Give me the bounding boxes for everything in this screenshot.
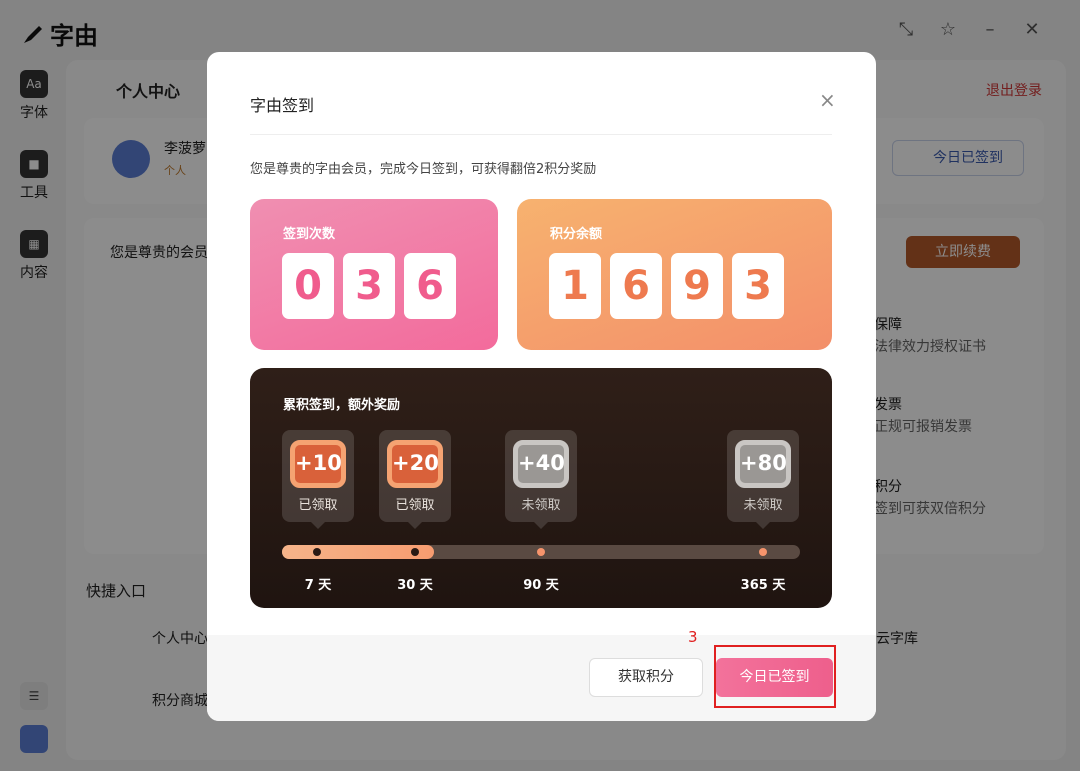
milestone-day: 7 天 <box>304 578 332 593</box>
milestone-day: 90 天 <box>523 578 559 593</box>
points-digit: 1 <box>549 253 601 319</box>
reward-status: 已领取 <box>298 498 338 513</box>
points-digit: 9 <box>671 253 723 319</box>
coin-icon: +40 <box>513 440 569 488</box>
coin-icon: +80 <box>735 440 791 488</box>
milestone-day: 30 天 <box>397 578 433 593</box>
sign-count-digit: 0 <box>282 253 334 319</box>
points-digit: 3 <box>732 253 784 319</box>
reward-status: 已领取 <box>395 498 435 513</box>
reward-badge[interactable]: +20 已领取 <box>379 430 451 529</box>
milestone-day: 365 天 <box>740 578 786 593</box>
milestone-dot <box>759 548 767 556</box>
reward-status: 未领取 <box>743 498 783 513</box>
reward-badge[interactable]: +80 未领取 <box>727 430 799 529</box>
coin-icon: +20 <box>387 440 443 488</box>
sign-count-label: 签到次数 <box>283 227 336 242</box>
reward-badge[interactable]: +10 已领取 <box>282 430 354 529</box>
divider <box>250 134 832 135</box>
dialog-title: 字由签到 <box>250 96 315 115</box>
close-icon[interactable]: × <box>819 90 836 110</box>
points-balance-label: 积分余额 <box>550 227 603 242</box>
reward-status: 未领取 <box>521 498 561 513</box>
sign-in-dialog: 字由签到 × 您是尊贵的字由会员，完成今日签到，可获得翻倍2积分奖励 签到次数 … <box>207 52 876 721</box>
progress-track <box>282 545 800 559</box>
milestone-dot <box>411 548 419 556</box>
sign-count-digit: 3 <box>343 253 395 319</box>
reward-badge[interactable]: +40 未领取 <box>505 430 577 529</box>
dialog-description: 您是尊贵的字由会员，完成今日签到，可获得翻倍2积分奖励 <box>250 162 597 177</box>
milestone-dot <box>537 548 545 556</box>
sign-count-card: 签到次数 0 3 6 <box>250 199 498 350</box>
get-points-button[interactable]: 获取积分 <box>589 658 703 697</box>
annotation-highlight-box <box>714 645 836 708</box>
points-balance-card: 积分余额 1 6 9 3 <box>517 199 832 350</box>
reward-panel: 累积签到，额外奖励 +10 已领取 +20 已领取 +40 未领取 +80 未领… <box>250 368 832 608</box>
reward-title: 累积签到，额外奖励 <box>283 398 401 413</box>
sign-count-digit: 6 <box>404 253 456 319</box>
milestone-dot <box>313 548 321 556</box>
points-digit: 6 <box>610 253 662 319</box>
annotation-number: 3 <box>688 628 698 646</box>
coin-icon: +10 <box>290 440 346 488</box>
